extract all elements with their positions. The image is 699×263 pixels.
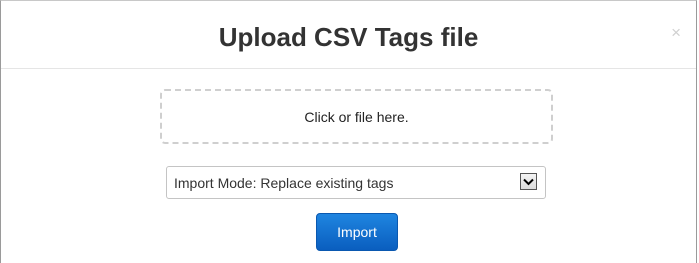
import-button[interactable]: Import [316,213,398,251]
close-icon[interactable]: × [671,23,681,43]
import-mode-value: Import Mode: Replace existing tags [174,175,394,191]
file-dropzone[interactable]: Click or file here. [160,89,553,144]
dialog-title: Upload CSV Tags file [218,22,479,52]
upload-csv-dialog: Upload CSV Tags file × Click or file her… [0,0,697,263]
dropzone-text: Click or file here. [304,108,409,125]
import-mode-select[interactable]: Import Mode: Replace existing tags [166,166,546,199]
dialog-header: Upload CSV Tags file × [1,1,696,69]
chevron-down-icon[interactable] [520,173,537,190]
